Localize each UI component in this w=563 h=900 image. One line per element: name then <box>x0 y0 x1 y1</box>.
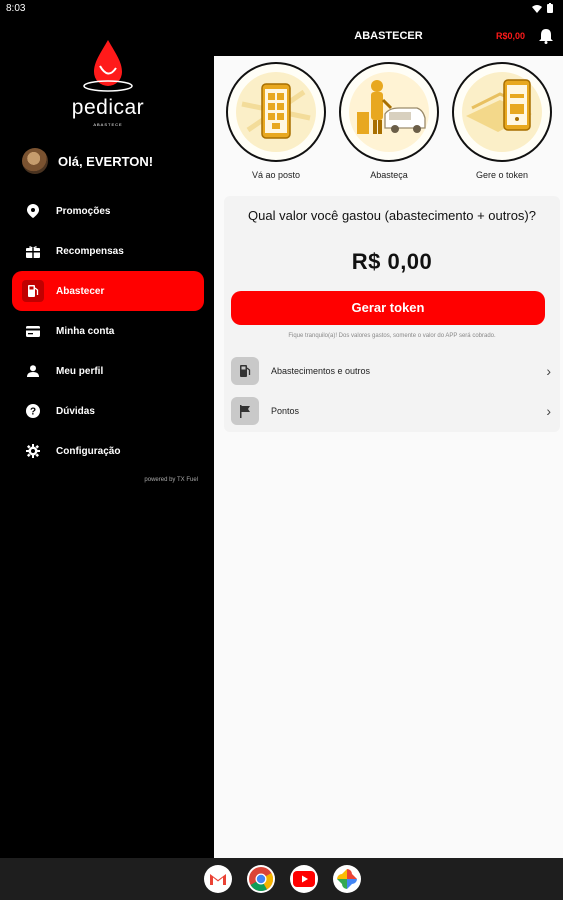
system-dock <box>0 858 563 900</box>
row-fuel-and-others[interactable]: Abastecimentos e outros › <box>231 355 553 387</box>
menu-item-label: Recompensas <box>56 245 124 257</box>
chevron-right-icon: › <box>546 363 551 379</box>
powered-by: powered by TX Fuel <box>144 477 198 483</box>
step-go-to-station: Vá ao posto <box>226 62 326 180</box>
top-bar: ABASTECER R$0,00 <box>214 18 563 56</box>
row-label: Pontos <box>271 406 300 416</box>
balance-display[interactable]: R$0,00 <box>496 31 525 41</box>
step-generate-token: Gere o token <box>452 62 552 180</box>
how-it-works-steps: Vá ao posto Abasteça Gere o token <box>214 62 563 198</box>
photos-icon[interactable] <box>333 865 361 893</box>
menu-item-duvidas[interactable]: ? Dúvidas <box>12 391 204 431</box>
row-points[interactable]: Pontos › <box>231 395 553 427</box>
chrome-icon[interactable] <box>247 865 275 893</box>
pedicar-logo: pedicar ABASTECE <box>70 36 146 132</box>
charge-note: Fique tranquilo(a)! Dos valores gastos, … <box>288 333 496 339</box>
credit-card-icon <box>22 320 44 342</box>
amount-value[interactable]: R$ 0,00 <box>224 249 560 275</box>
step-caption: Vá ao posto <box>251 170 301 180</box>
step-caption: Gere o token <box>475 170 529 180</box>
flag-icon <box>231 397 259 425</box>
logo-subtitle: ABASTECE <box>93 122 123 127</box>
menu-item-promocoes[interactable]: Promoções <box>12 191 204 231</box>
fuel-pump-icon <box>22 280 44 302</box>
person-icon <box>22 360 44 382</box>
menu-item-label: Dúvidas <box>56 405 95 417</box>
token-phone-illustration <box>452 62 552 162</box>
bell-icon[interactable] <box>539 28 553 49</box>
status-icons <box>532 3 553 16</box>
amount-question: Qual valor você gastou (abastecimento + … <box>248 208 536 223</box>
menu-item-label: Configuração <box>56 445 121 457</box>
user-greeting[interactable]: Olá, EVERTON! <box>22 148 153 174</box>
menu-item-label: Promoções <box>56 205 111 217</box>
youtube-icon[interactable] <box>290 865 318 893</box>
location-pin-icon <box>22 200 44 222</box>
token-card: Qual valor você gastou (abastecimento + … <box>224 196 560 432</box>
menu-item-abastecer[interactable]: Abastecer <box>12 271 204 311</box>
menu-item-label: Abastecer <box>56 285 105 297</box>
step-refuel: Abasteça <box>339 62 439 180</box>
avatar <box>22 148 48 174</box>
logo-text: pedicar <box>71 96 145 119</box>
menu-item-recompensas[interactable]: Recompensas <box>12 231 204 271</box>
fuel-pump-icon <box>231 357 259 385</box>
menu-item-label: Minha conta <box>56 325 115 337</box>
svg-text:?: ? <box>30 407 36 418</box>
menu-item-minha-conta[interactable]: Minha conta <box>12 311 204 351</box>
status-bar: 8:03 <box>0 0 563 18</box>
chevron-right-icon: › <box>546 403 551 419</box>
main-content: ABASTECER R$0,00 Vá ao posto Abasteça Ge… <box>214 18 563 858</box>
drop-logo-icon <box>83 40 133 92</box>
status-time: 8:03 <box>6 3 26 14</box>
battery-icon <box>547 3 553 13</box>
wifi-icon <box>532 5 543 13</box>
help-circle-icon: ? <box>22 400 44 422</box>
gmail-icon[interactable] <box>204 865 232 893</box>
phone-map-illustration <box>226 62 326 162</box>
gift-icon <box>22 240 44 262</box>
drawer-menu: Promoções Recompensas Abastecer Minha co… <box>12 191 204 471</box>
greeting-text: Olá, EVERTON! <box>58 153 154 169</box>
menu-item-configuracao[interactable]: Configuração <box>12 431 204 471</box>
navigation-drawer: pedicar ABASTECE Olá, EVERTON! Promoções… <box>0 18 214 858</box>
refuel-illustration <box>339 62 439 162</box>
row-label: Abastecimentos e outros <box>271 366 371 376</box>
generate-token-button[interactable]: Gerar token <box>231 291 545 325</box>
gear-icon <box>22 440 44 462</box>
menu-item-meu-perfil[interactable]: Meu perfil <box>12 351 204 391</box>
step-caption: Abasteça <box>370 170 408 180</box>
menu-item-label: Meu perfil <box>56 365 104 377</box>
